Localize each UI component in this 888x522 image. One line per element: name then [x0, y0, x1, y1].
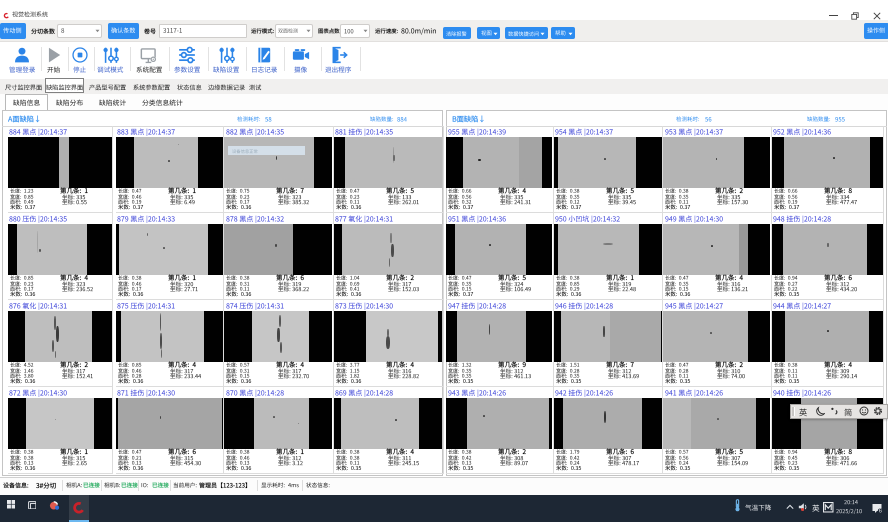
svg-text:6: 6	[879, 508, 882, 513]
